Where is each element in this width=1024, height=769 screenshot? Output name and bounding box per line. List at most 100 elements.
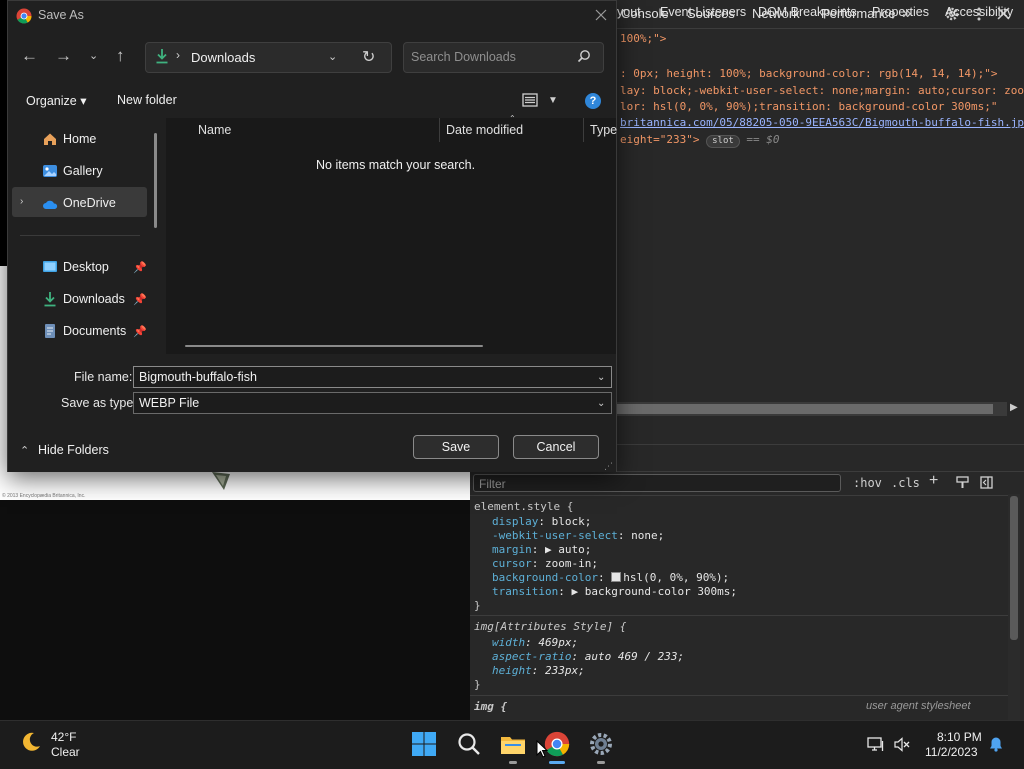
organize-button[interactable]: Organize ▾ bbox=[26, 93, 86, 108]
styles-filter-input[interactable]: Filter bbox=[473, 474, 841, 492]
css-value: 469px; bbox=[538, 636, 579, 649]
settings-gear-icon[interactable] bbox=[588, 731, 614, 757]
downloads-icon bbox=[44, 292, 56, 307]
css-value: auto 469 / 233; bbox=[584, 650, 685, 663]
app-indicator bbox=[509, 761, 517, 764]
up-arrow-icon[interactable]: ↑ bbox=[116, 46, 125, 66]
cls-toggle[interactable]: .cls bbox=[891, 476, 920, 490]
clock-time[interactable]: 8:10 PM bbox=[937, 730, 982, 744]
view-chevron-icon[interactable]: ▼ bbox=[548, 95, 558, 106]
sidebar-item-documents[interactable]: Documents bbox=[63, 324, 126, 338]
desktop-icon bbox=[43, 261, 57, 272]
toggle-sidebar-icon[interactable] bbox=[980, 476, 993, 489]
expand-chevron-icon[interactable]: › bbox=[20, 196, 23, 207]
paint-brush-icon[interactable] bbox=[956, 476, 969, 489]
column-header-date-modified[interactable]: Date modified bbox=[446, 123, 523, 137]
tab-layout[interactable]: yout bbox=[617, 5, 641, 19]
tab-accessibility[interactable]: Accessibility bbox=[945, 5, 1013, 19]
tab-event-listeners[interactable]: Event Listeners bbox=[660, 5, 746, 19]
weather-description[interactable]: Clear bbox=[51, 745, 80, 759]
file-name-input[interactable]: Bigmouth-buffalo-fish bbox=[139, 370, 257, 384]
resize-grip-icon[interactable]: ⋰ bbox=[604, 461, 613, 472]
dialog-close-icon[interactable] bbox=[595, 9, 607, 21]
forward-arrow-icon[interactable]: → bbox=[55, 46, 72, 66]
view-options-icon[interactable] bbox=[522, 93, 538, 107]
css-prop: display bbox=[492, 515, 539, 528]
column-header-name[interactable]: Name bbox=[198, 123, 231, 137]
network-icon[interactable] bbox=[867, 736, 885, 752]
chevron-up-icon[interactable]: ⌃ bbox=[20, 444, 29, 457]
gallery-icon bbox=[43, 165, 57, 177]
sidebar-item-desktop[interactable]: Desktop bbox=[63, 260, 109, 274]
code-line: 100%;"> bbox=[620, 32, 667, 45]
css-rule-transition[interactable]: transition: ▶ background-color 300ms; bbox=[492, 585, 737, 598]
file-name-chevron-icon[interactable]: ⌄ bbox=[597, 372, 605, 383]
color-swatch[interactable] bbox=[611, 572, 622, 582]
help-icon[interactable]: ? bbox=[585, 93, 601, 109]
css-rule-margin[interactable]: margin: ▶ auto; bbox=[492, 543, 591, 556]
file-list-scrollbar[interactable] bbox=[185, 345, 483, 347]
dialog-titlebar[interactable] bbox=[8, 1, 616, 31]
css-rule-display[interactable]: display: block; bbox=[492, 515, 591, 528]
selected-node-marker: == $0 bbox=[746, 133, 780, 146]
weather-temperature[interactable]: 42°F bbox=[51, 730, 76, 744]
back-arrow-icon[interactable]: ← bbox=[21, 46, 38, 66]
tab-dom-breakpoints[interactable]: DOM Breakpoints bbox=[758, 5, 857, 19]
pin-icon[interactable]: 📌 bbox=[133, 293, 147, 306]
sidebar-item-downloads[interactable]: Downloads bbox=[63, 292, 125, 306]
sidebar-item-gallery[interactable]: Gallery bbox=[63, 164, 103, 178]
windows-start-icon[interactable] bbox=[411, 731, 437, 757]
column-divider[interactable] bbox=[439, 118, 440, 142]
save-as-type-select[interactable] bbox=[133, 392, 612, 414]
hide-folders-button[interactable]: Hide Folders bbox=[38, 443, 109, 457]
downloads-icon bbox=[156, 49, 168, 64]
search-icon[interactable] bbox=[577, 49, 591, 63]
tab-properties[interactable]: Properties bbox=[872, 5, 929, 19]
file-explorer-icon[interactable] bbox=[500, 731, 526, 757]
cancel-button[interactable]: Cancel bbox=[513, 435, 599, 459]
sidebar-item-onedrive[interactable]: OneDrive bbox=[63, 196, 116, 210]
divider bbox=[470, 495, 1008, 496]
volume-muted-icon[interactable] bbox=[894, 737, 910, 752]
moon-weather-icon[interactable] bbox=[20, 731, 42, 753]
save-as-type-value[interactable]: WEBP File bbox=[139, 396, 199, 410]
save-button[interactable]: Save bbox=[413, 435, 499, 459]
hov-toggle[interactable]: :hov bbox=[853, 476, 882, 490]
rule-close-brace: } bbox=[474, 599, 481, 612]
sidebar-item-home[interactable]: Home bbox=[63, 132, 96, 146]
notification-bell-icon[interactable] bbox=[988, 736, 1004, 752]
column-divider[interactable] bbox=[583, 118, 584, 142]
column-header-type[interactable]: Type bbox=[590, 123, 617, 137]
search-icon[interactable] bbox=[456, 731, 482, 757]
search-input[interactable]: Search Downloads bbox=[411, 50, 516, 64]
pin-icon[interactable]: 📌 bbox=[133, 325, 147, 338]
css-prop: transition bbox=[492, 585, 559, 598]
css-rule-background-color[interactable]: background-color: hsl(0, 0%, 90%); bbox=[492, 571, 729, 584]
element-style-selector: element.style { bbox=[474, 500, 574, 513]
new-folder-button[interactable]: New folder bbox=[117, 93, 177, 107]
elements-scroll-thumb[interactable] bbox=[617, 404, 993, 414]
breadcrumb-downloads[interactable]: Downloads bbox=[191, 50, 255, 65]
css-rule-user-select[interactable]: -webkit-user-select: none; bbox=[492, 529, 664, 542]
refresh-icon[interactable]: ↻ bbox=[362, 47, 375, 67]
new-rule-plus-icon[interactable]: + bbox=[929, 472, 938, 490]
address-bar[interactable] bbox=[145, 42, 392, 73]
slot-badge[interactable]: slot bbox=[706, 135, 740, 148]
app-active-indicator bbox=[549, 761, 565, 764]
clock-date[interactable]: 11/2/2023 bbox=[925, 745, 978, 759]
css-prop: height bbox=[492, 664, 532, 677]
styles-scroll-thumb[interactable] bbox=[1010, 496, 1018, 640]
css-rule-cursor[interactable]: cursor: zoom-in; bbox=[492, 557, 598, 570]
css-value: block; bbox=[551, 515, 592, 528]
pin-icon[interactable]: 📌 bbox=[133, 261, 147, 274]
save-as-type-label: Save as type: bbox=[61, 396, 137, 410]
recent-locations-chevron-icon[interactable]: ⌄ bbox=[89, 49, 98, 62]
scroll-right-arrow-icon[interactable]: ▶ bbox=[1010, 402, 1018, 413]
css-prop: -webkit-user-select bbox=[492, 529, 618, 542]
breadcrumb-separator[interactable]: › bbox=[176, 48, 180, 62]
image-src-link[interactable]: britannica.com/05/88205-050-9EEA563C/Big… bbox=[620, 116, 1024, 129]
save-as-type-chevron-icon[interactable]: ⌄ bbox=[597, 398, 605, 409]
nav-scrollbar[interactable] bbox=[154, 133, 157, 228]
navigation-pane bbox=[8, 118, 165, 354]
address-dropdown-chevron-icon[interactable]: ⌄ bbox=[328, 50, 337, 63]
